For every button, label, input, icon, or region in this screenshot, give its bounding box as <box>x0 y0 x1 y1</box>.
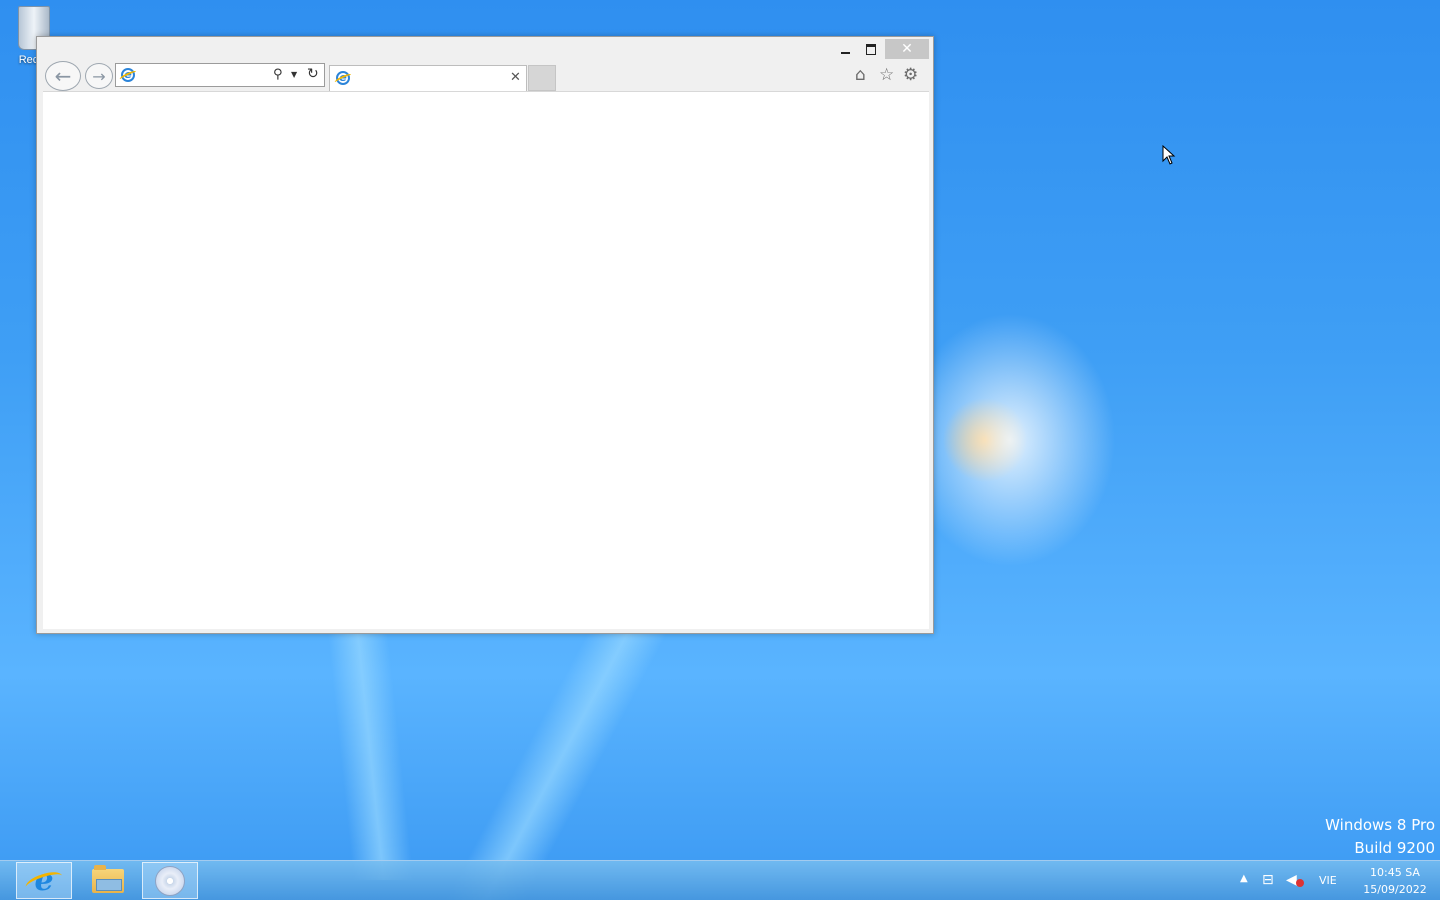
file-explorer-icon <box>92 864 124 893</box>
show-hidden-icons-icon[interactable]: ▲ <box>1240 873 1248 884</box>
taskbar: e ▲ ⊟ ◀ VIE 10:45 SA 15/09/2022 <box>0 860 1440 900</box>
clock-time[interactable]: 10:45 SA <box>1362 866 1428 879</box>
close-button[interactable]: ✕ <box>885 39 929 59</box>
taskbar-disc-burner[interactable] <box>142 862 198 899</box>
back-button[interactable]: ← <box>45 61 81 91</box>
dropdown-arrow-icon[interactable]: ▼ <box>291 70 297 79</box>
muted-badge-icon <box>1296 879 1304 887</box>
search-icon[interactable]: ⚲ <box>273 67 283 82</box>
refresh-icon[interactable]: ↻ <box>307 66 319 82</box>
disc-burn-icon <box>155 865 185 896</box>
windows-watermark: Windows 8 Pro Build 9200 <box>1325 814 1435 860</box>
network-icon[interactable]: ⊟ <box>1262 872 1274 888</box>
favorites-icon[interactable]: ☆ <box>879 65 894 85</box>
volume-icon[interactable]: ◀ <box>1286 872 1297 888</box>
forward-arrow-icon: → <box>92 66 106 86</box>
system-tray: ▲ ⊟ ◀ VIE 10:45 SA 15/09/2022 <box>1220 861 1440 900</box>
browser-window: ✕ ← → e ⚲ ▼ ↻ e ✕ ⌂ ☆ ⚙ <box>36 36 934 634</box>
minimize-icon <box>840 52 850 54</box>
ie-page-icon: e <box>121 68 135 82</box>
language-indicator[interactable]: VIE <box>1319 874 1337 887</box>
taskbar-file-explorer[interactable] <box>80 862 136 899</box>
watermark-build: Build 9200 <box>1354 839 1435 857</box>
minimize-button[interactable] <box>833 39 857 59</box>
maximize-button[interactable] <box>859 39 883 59</box>
internet-explorer-icon: e <box>29 865 59 895</box>
wallpaper-stem <box>326 620 414 880</box>
wallpaper-stem <box>445 620 675 900</box>
home-icon[interactable]: ⌂ <box>855 65 866 85</box>
forward-button[interactable]: → <box>85 63 113 89</box>
address-input[interactable] <box>140 66 264 86</box>
tab-active[interactable]: e ✕ <box>329 65 527 91</box>
tools-icon[interactable]: ⚙ <box>903 65 918 85</box>
back-arrow-icon: ← <box>54 64 72 88</box>
new-tab-button[interactable] <box>528 65 556 91</box>
tab-close-icon[interactable]: ✕ <box>510 70 521 85</box>
address-bar[interactable]: e ⚲ ▼ ↻ <box>115 63 325 87</box>
watermark-edition: Windows 8 Pro <box>1325 816 1435 834</box>
tab-ie-icon: e <box>336 71 350 85</box>
page-content[interactable] <box>43 91 929 629</box>
maximize-icon <box>866 43 876 55</box>
clock-date[interactable]: 15/09/2022 <box>1362 883 1428 896</box>
taskbar-internet-explorer[interactable]: e <box>16 862 72 899</box>
desktop: Recyc ✕ ← → e ⚲ ▼ ↻ e ✕ ⌂ ☆ ⚙ Windows 8 … <box>0 0 1440 900</box>
close-icon: ✕ <box>901 41 913 57</box>
